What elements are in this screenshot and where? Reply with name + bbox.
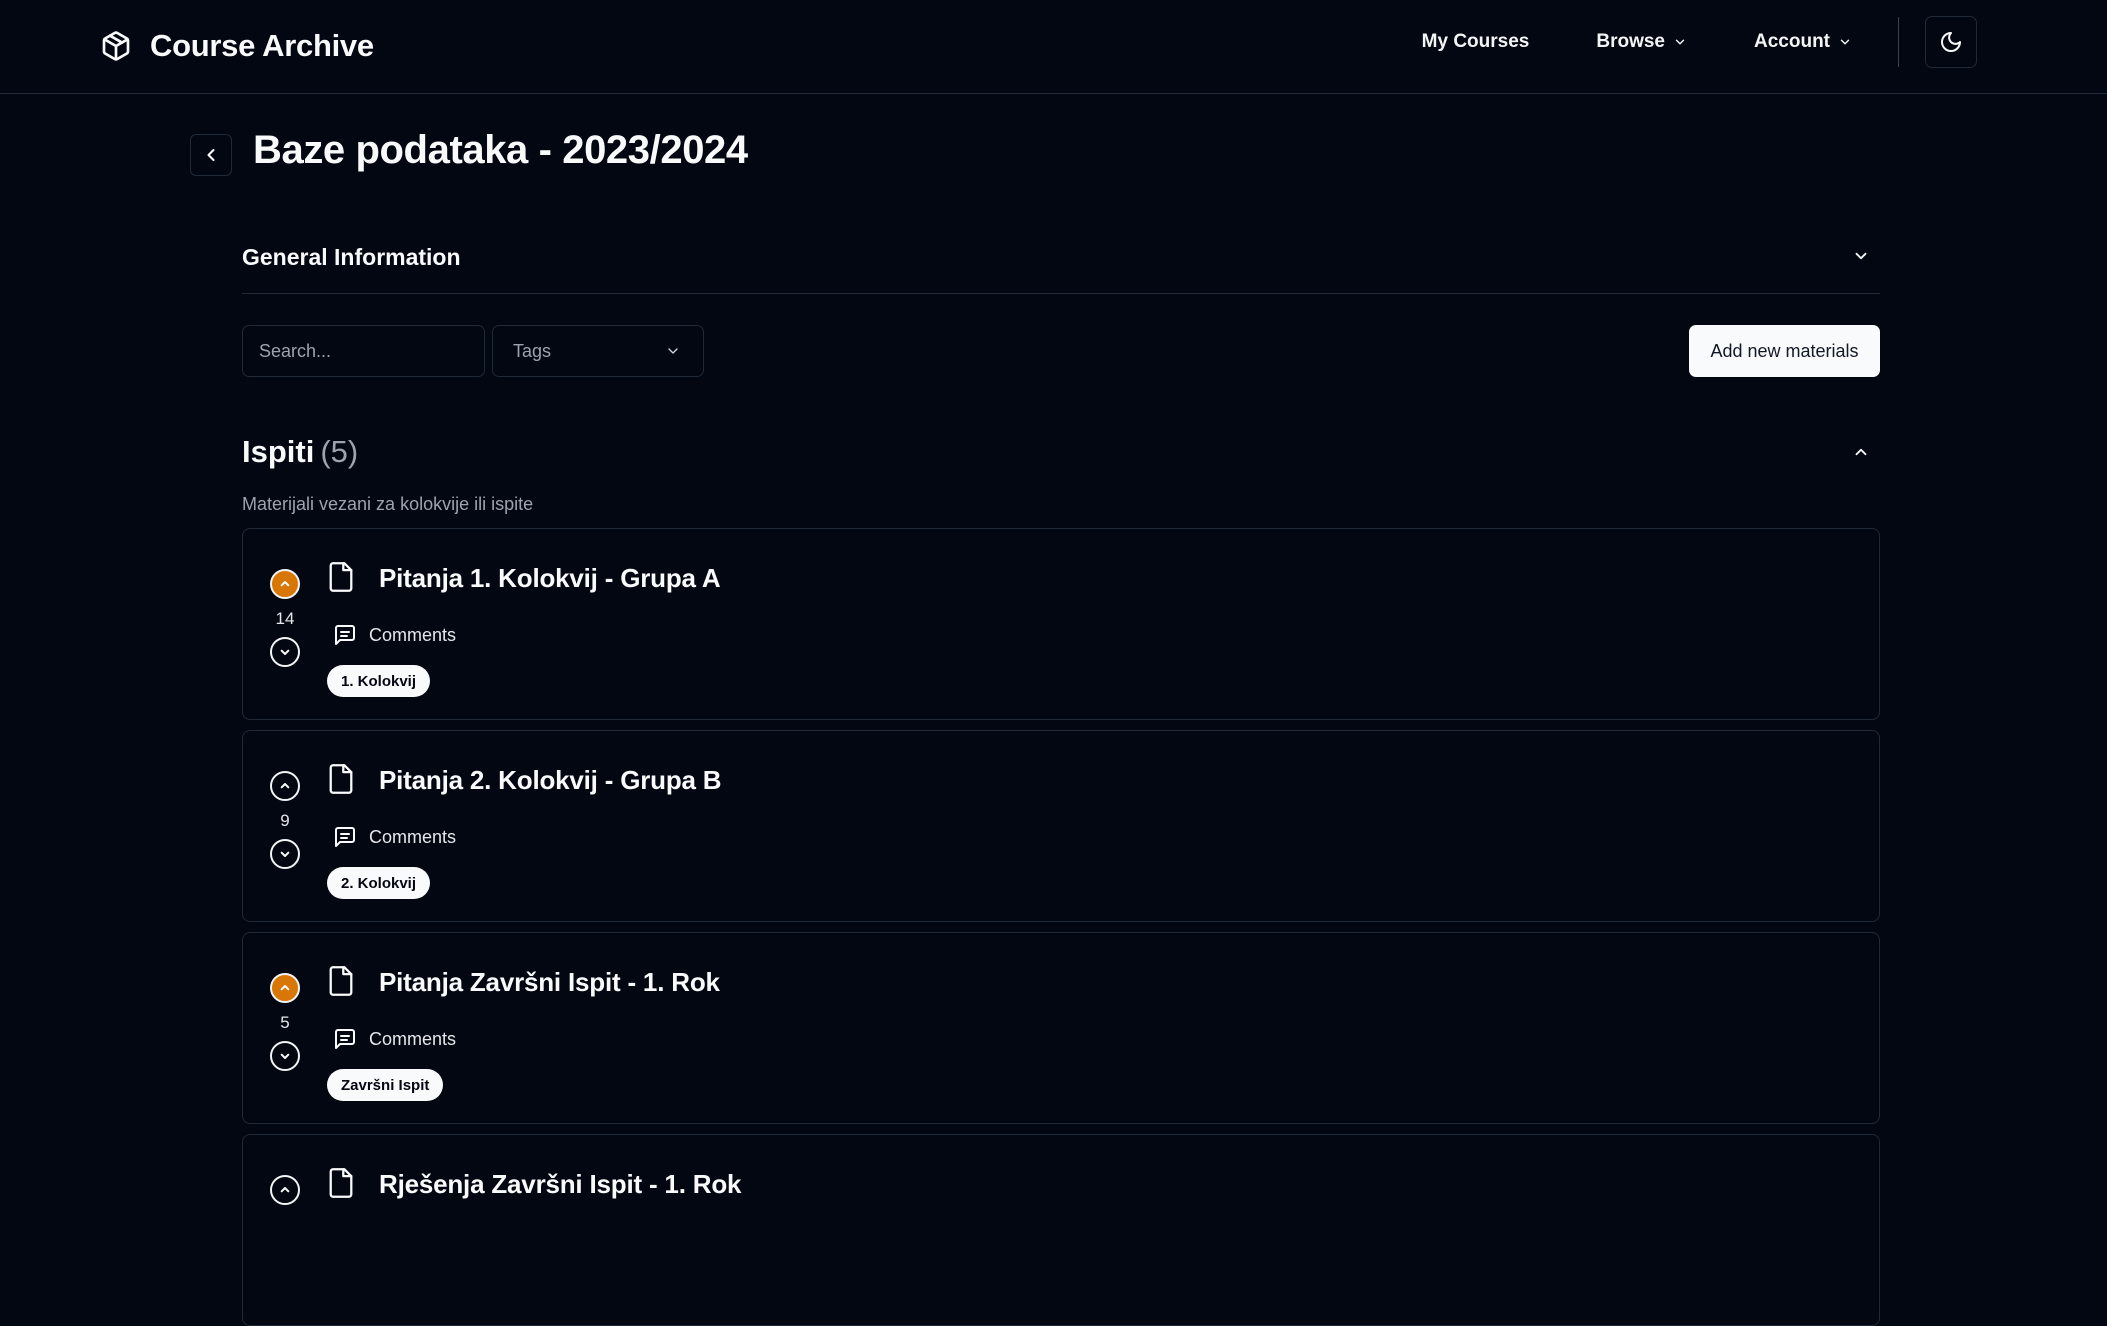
chevron-up-icon [280, 985, 290, 991]
section-heading: Ispiti (5) [242, 434, 358, 470]
page-title: Baze podataka - 2023/2024 [253, 128, 748, 172]
top-navbar: Course Archive My Courses Browse Account [0, 0, 2107, 94]
vote-control: 5 [269, 973, 301, 1071]
message-square-icon [335, 827, 355, 847]
tag-badge[interactable]: 1. Kolokvij [327, 665, 431, 697]
brand-title: Course Archive [150, 28, 374, 63]
section-title: Ispiti [242, 434, 315, 469]
search-input[interactable] [242, 325, 485, 377]
material-title[interactable]: Rješenja Završni Ispit - 1. Rok [379, 1169, 741, 1200]
nav-browse-label: Browse [1596, 31, 1665, 52]
upvote-button[interactable] [270, 1175, 300, 1205]
theme-toggle-button[interactable] [1925, 16, 1977, 68]
file-icon [329, 1168, 353, 1198]
vote-control [269, 1175, 301, 1205]
section-count: (5) [320, 434, 359, 469]
nav-my-courses[interactable]: My Courses [1422, 31, 1530, 53]
package-icon [102, 31, 130, 61]
chevron-up-icon [280, 1187, 290, 1193]
comments-label: Comments [369, 1028, 457, 1049]
upvote-button[interactable] [270, 771, 300, 801]
downvote-button[interactable] [270, 637, 300, 667]
file-icon [329, 562, 353, 592]
comments-label: Comments [369, 826, 457, 847]
material-title[interactable]: Pitanja 2. Kolokvij - Grupa B [379, 765, 722, 796]
section-description: Materijali vezani za kolokvije ili ispit… [242, 494, 534, 514]
vote-count: 14 [275, 609, 295, 628]
nav-account-label: Account [1754, 31, 1830, 52]
file-icon [329, 966, 353, 996]
nav-divider [1898, 17, 1899, 67]
message-square-icon [335, 1029, 355, 1049]
add-new-materials-button[interactable]: Add new materials [1689, 325, 1880, 377]
vote-control: 9 [269, 771, 301, 869]
vote-count: 5 [280, 1013, 290, 1032]
tag-badge[interactable]: Završni Ispit [327, 1069, 444, 1101]
material-card: 9 Pitanja 2. Kolokvij - Grupa B Comments… [242, 730, 1880, 922]
general-information-label: General Information [242, 244, 461, 270]
upvote-button[interactable] [270, 973, 300, 1003]
downvote-button[interactable] [270, 839, 300, 869]
comments-link[interactable]: Comments [333, 1027, 456, 1051]
chevron-down-icon [1840, 39, 1850, 45]
material-card: 14 Pitanja 1. Kolokvij - Grupa A Comment… [242, 528, 1880, 720]
chevron-up-icon [1855, 448, 1867, 456]
moon-icon [1941, 32, 1961, 52]
downvote-button[interactable] [270, 1041, 300, 1071]
section-ispiti-header[interactable]: Ispiti (5) [242, 430, 1880, 474]
chevron-up-icon [280, 783, 290, 789]
material-card: Rješenja Završni Ispit - 1. Rok [242, 1134, 1880, 1326]
main-nav: My Courses Browse Account [1422, 16, 1977, 68]
vote-count: 9 [280, 811, 290, 830]
material-card: 5 Pitanja Završni Ispit - 1. Rok Comment… [242, 932, 1880, 1124]
chevron-down-icon [280, 851, 290, 857]
chevron-up-icon [280, 581, 290, 587]
brand-link[interactable]: Course Archive [100, 24, 374, 68]
comments-link[interactable]: Comments [333, 623, 456, 647]
comments-label: Comments [369, 624, 457, 645]
comments-link[interactable]: Comments [333, 825, 456, 849]
chevron-down-icon [280, 649, 290, 655]
vote-control: 14 [269, 569, 301, 667]
nav-account-dropdown[interactable]: Account [1754, 31, 1852, 53]
chevron-down-icon [1855, 252, 1867, 259]
tags-select[interactable]: Tags [492, 325, 704, 377]
nav-my-courses-label: My Courses [1421, 31, 1530, 52]
chevron-left-icon [207, 148, 215, 162]
tag-badge[interactable]: 2. Kolokvij [327, 867, 431, 899]
file-icon [329, 764, 353, 794]
nav-browse-dropdown[interactable]: Browse [1596, 31, 1687, 53]
chevron-down-icon [280, 1053, 290, 1059]
upvote-button[interactable] [270, 569, 300, 599]
general-information-accordion[interactable]: General Information [242, 222, 1880, 294]
material-title[interactable]: Pitanja Završni Ispit - 1. Rok [379, 967, 720, 998]
chevron-down-icon [668, 348, 678, 354]
tags-select-label: Tags [513, 340, 552, 361]
back-button[interactable] [190, 134, 232, 176]
message-square-icon [335, 625, 355, 645]
chevron-down-icon [1675, 39, 1685, 45]
material-title[interactable]: Pitanja 1. Kolokvij - Grupa A [379, 563, 721, 594]
